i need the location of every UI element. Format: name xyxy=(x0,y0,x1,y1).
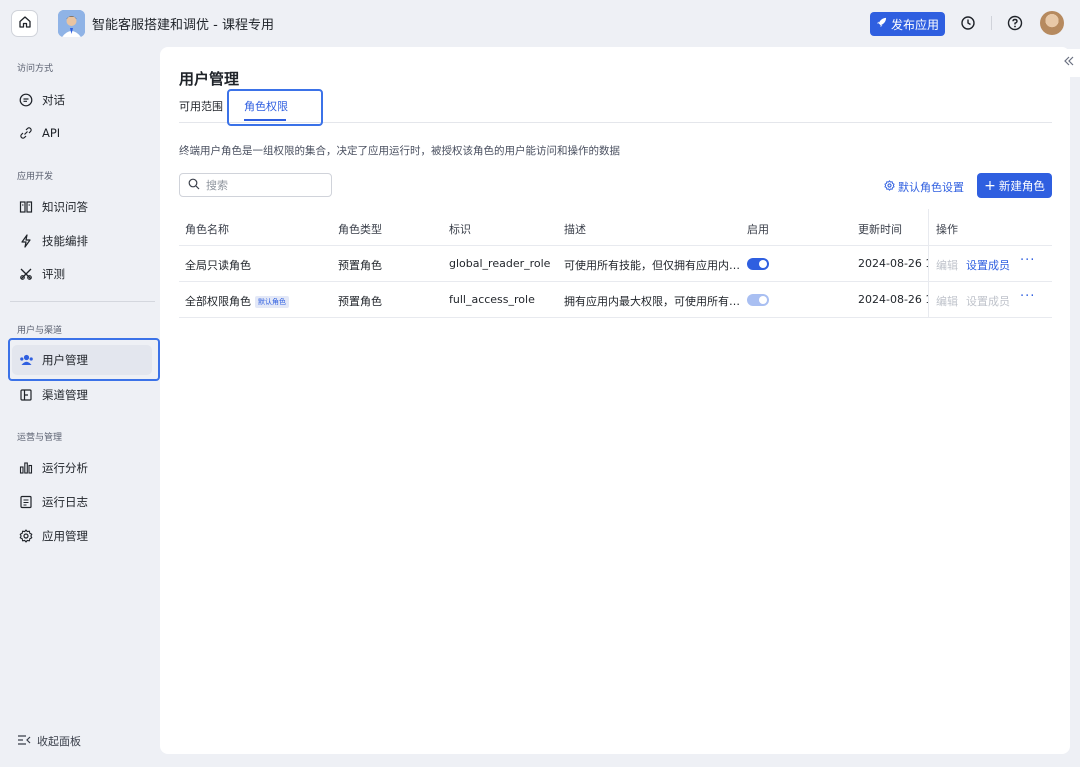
main-panel: 用户管理 可用范围 角色权限 终端用户角色是一组权限的集合，决定了应用运行时，被… xyxy=(160,47,1070,754)
sidebar-group-dev: 应用开发 xyxy=(17,172,54,182)
sidebar-item-logs[interactable]: 运行日志 xyxy=(12,487,152,517)
plus-icon: + xyxy=(984,177,996,194)
sidebar-item-label: API xyxy=(42,126,61,140)
lightning-icon xyxy=(18,233,34,249)
sidebar-item-api[interactable]: API xyxy=(12,118,152,148)
row2-updated: 2024-08-26 1 xyxy=(858,293,928,306)
row2-id: full_access_role xyxy=(449,293,535,306)
row2-name-cell: 全部权限角色 默认角色 xyxy=(185,293,289,309)
sticky-column-divider xyxy=(928,209,929,317)
sidebar-item-label: 技能编排 xyxy=(42,234,88,248)
history-icon[interactable] xyxy=(959,14,977,32)
search-placeholder: 搜索 xyxy=(206,179,228,192)
row1-more-icon[interactable]: ··· xyxy=(1020,253,1035,268)
top-divider xyxy=(991,16,992,30)
evaluate-icon xyxy=(18,266,34,282)
sidebar-group-users: 用户与渠道 xyxy=(17,326,63,336)
header-row-divider xyxy=(179,245,1052,246)
row1-type: 预置角色 xyxy=(338,259,382,272)
row2-more-icon[interactable]: ··· xyxy=(1020,289,1035,304)
column-header-enabled: 启用 xyxy=(747,223,769,236)
sidebar-item-label: 评测 xyxy=(42,267,65,281)
row-divider xyxy=(179,281,1052,282)
row2-enable-toggle xyxy=(747,294,769,306)
default-role-label: 默认角色设置 xyxy=(898,181,964,194)
sidebar-item-evaluate[interactable]: 评测 xyxy=(12,259,152,289)
column-header-type: 角色类型 xyxy=(338,223,382,236)
publish-label: 发布应用 xyxy=(890,17,939,32)
user-management-highlight xyxy=(8,338,160,381)
collapse-panel-button[interactable]: 收起面板 xyxy=(17,733,81,749)
page-title: 用户管理 xyxy=(179,70,240,88)
tab-available-scope[interactable]: 可用范围 xyxy=(179,98,223,114)
row2-type: 预置角色 xyxy=(338,295,382,308)
sidebar-item-skill[interactable]: 技能编排 xyxy=(12,226,152,256)
top-bar: 智能客服搭建和调优 - 课程专用 发布应用 xyxy=(0,0,1080,47)
row1-desc: 可使用所有技能，但仅拥有应用内… xyxy=(564,259,739,272)
search-icon xyxy=(188,178,200,193)
app-title: 智能客服搭建和调优 - 课程专用 xyxy=(92,18,274,33)
column-header-id: 标识 xyxy=(449,223,471,236)
sidebar-divider xyxy=(10,301,155,302)
rocket-icon xyxy=(876,17,887,31)
column-header-name: 角色名称 xyxy=(185,223,229,236)
api-icon xyxy=(18,125,34,141)
row2-set-members-button: 设置成员 xyxy=(966,295,1010,308)
app-avatar xyxy=(58,10,85,37)
row1-enable-toggle[interactable] xyxy=(747,258,769,270)
log-icon xyxy=(18,494,34,510)
sidebar-group-ops: 运营与管理 xyxy=(17,433,63,443)
chat-icon xyxy=(18,92,34,108)
collapse-icon xyxy=(17,734,31,749)
expand-panel-button[interactable] xyxy=(1058,49,1080,77)
row1-edit-button[interactable]: 编辑 xyxy=(936,257,958,273)
default-role-badge: 默认角色 xyxy=(255,296,289,308)
sidebar-group-access: 访问方式 xyxy=(17,64,54,74)
role-permissions-tab-highlight xyxy=(227,89,323,126)
user-avatar[interactable] xyxy=(1040,11,1064,35)
double-chevron-left-icon xyxy=(1063,55,1075,71)
sidebar-item-analytics[interactable]: 运行分析 xyxy=(12,453,152,483)
sidebar-item-label: 知识问答 xyxy=(42,200,88,214)
search-input[interactable]: 搜索 xyxy=(179,173,332,197)
bar-chart-icon xyxy=(18,460,34,476)
row1-name: 全局只读角色 xyxy=(185,259,251,272)
row1-updated: 2024-08-26 1 xyxy=(858,257,928,270)
gear-icon xyxy=(884,180,895,194)
default-role-settings-link[interactable]: 默认角色设置 xyxy=(884,179,964,195)
help-icon[interactable] xyxy=(1006,14,1024,32)
sidebar-item-channel[interactable]: 渠道管理 xyxy=(12,380,152,410)
new-role-button[interactable]: + 新建角色 xyxy=(977,173,1052,198)
publish-button[interactable]: 发布应用 xyxy=(870,12,945,36)
column-header-updated: 更新时间 xyxy=(858,223,902,236)
sidebar-item-label: 运行分析 xyxy=(42,461,88,475)
home-icon xyxy=(18,14,32,33)
row1-set-members-button[interactable]: 设置成员 xyxy=(966,257,1010,273)
row2-edit-button: 编辑 xyxy=(936,295,958,308)
collapse-label: 收起面板 xyxy=(37,735,81,748)
channel-icon xyxy=(18,387,34,403)
sidebar-item-label: 渠道管理 xyxy=(42,388,88,402)
page-description: 终端用户角色是一组权限的集合，决定了应用运行时，被授权该角色的用户能访问和操作的… xyxy=(179,145,620,157)
row2-desc: 拥有应用内最大权限，可使用所有… xyxy=(564,295,739,308)
sidebar-item-label: 运行日志 xyxy=(42,495,88,509)
sidebar: 访问方式 对话 API 应用开发 知识问答 技能编排 评测 用户与渠道 用户管理… xyxy=(0,47,160,767)
sidebar-item-label: 对话 xyxy=(42,93,65,107)
home-button[interactable] xyxy=(11,10,38,37)
row2-name: 全部权限角色 xyxy=(185,295,251,308)
row-divider xyxy=(179,317,1052,318)
sidebar-item-knowledge[interactable]: 知识问答 xyxy=(12,192,152,222)
column-header-actions: 操作 xyxy=(936,223,958,236)
column-header-desc: 描述 xyxy=(564,223,586,236)
sidebar-item-label: 应用管理 xyxy=(42,529,88,543)
row1-id: global_reader_role xyxy=(449,257,551,270)
sidebar-item-chat[interactable]: 对话 xyxy=(12,85,152,115)
settings-icon xyxy=(18,528,34,544)
new-role-label: 新建角色 xyxy=(998,178,1045,193)
book-icon xyxy=(18,199,34,215)
sidebar-item-app-management[interactable]: 应用管理 xyxy=(12,521,152,551)
